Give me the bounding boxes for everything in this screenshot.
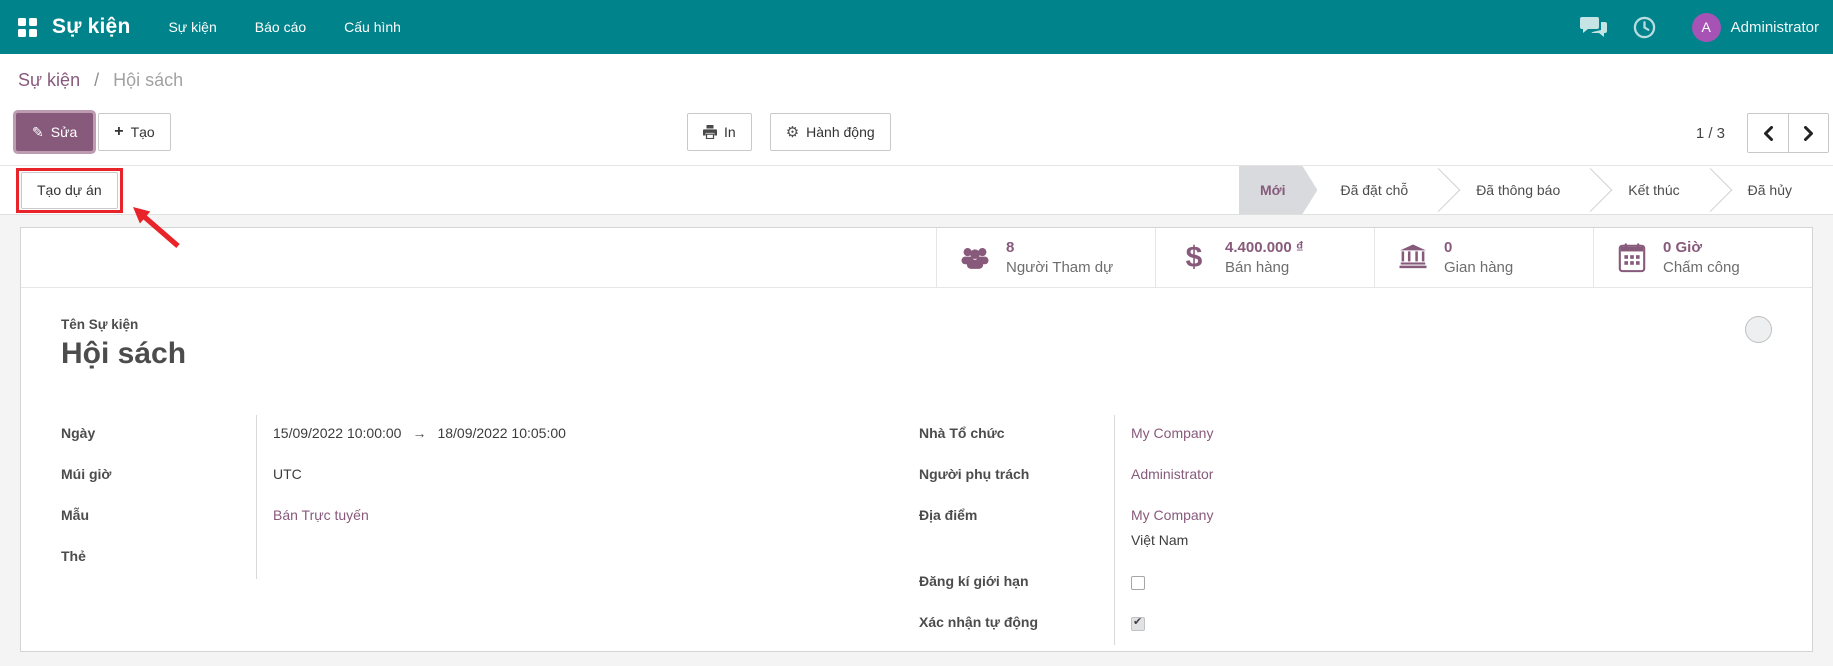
breadcrumb-parent[interactable]: Sự kiện bbox=[18, 70, 80, 90]
form-sheet: 8 Người Tham dự $ 4.400.000 ₫ Bán hàng 0… bbox=[20, 227, 1813, 652]
pencil-icon: ✎ bbox=[32, 123, 44, 140]
auto-confirm-checkbox[interactable]: ✔ bbox=[1131, 616, 1145, 631]
stage-separator-icon bbox=[1701, 166, 1727, 214]
activities-clock-icon[interactable] bbox=[1633, 16, 1656, 39]
stat-value: 8 bbox=[1006, 239, 1015, 256]
action-button[interactable]: ⚙ Hành động bbox=[769, 113, 891, 151]
limit-registration-checkbox[interactable] bbox=[1131, 576, 1145, 590]
field-label: Ngày bbox=[61, 425, 96, 441]
field-label: Người phụ trách bbox=[919, 466, 1030, 482]
apps-menu-icon[interactable] bbox=[18, 17, 37, 37]
create-button[interactable]: + Tạo bbox=[98, 113, 171, 151]
event-name-label: Tên Sự kiện bbox=[61, 317, 139, 332]
pager-next-icon[interactable] bbox=[1788, 114, 1828, 152]
field-label: Đăng kí giới hạn bbox=[919, 573, 1029, 589]
app-brand[interactable]: Sự kiện bbox=[52, 15, 130, 39]
control-panel: Sự kiện / Hội sách ✎ Sửa + Tạo In ⚙ Hành… bbox=[0, 54, 1833, 165]
content-area: 8 Người Tham dự $ 4.400.000 ₫ Bán hàng 0… bbox=[0, 215, 1833, 666]
stage-da-dat-cho[interactable]: Đã đặt chỗ bbox=[1319, 166, 1429, 214]
organizer-link[interactable]: My Company bbox=[1131, 425, 1213, 441]
plus-icon: + bbox=[114, 123, 124, 140]
timezone-value: UTC bbox=[256, 456, 873, 497]
stands-stat-button[interactable]: 0 Gian hàng bbox=[1374, 228, 1593, 287]
create-project-button[interactable]: Tạo dự án bbox=[21, 171, 118, 209]
form-statusbar: Tạo dự án Mới Đã đặt chỗ Đã thông báo Kế… bbox=[0, 165, 1833, 215]
avatar: A bbox=[1691, 12, 1721, 42]
field-row-responsible: Người phụ trách Administrator bbox=[919, 456, 1759, 497]
field-label: Địa điểm bbox=[919, 507, 978, 523]
users-icon bbox=[957, 245, 993, 271]
stat-label: Chấm công bbox=[1663, 258, 1740, 276]
venue-link[interactable]: My Company bbox=[1131, 507, 1213, 523]
attendees-stat-button[interactable]: 8 Người Tham dự bbox=[936, 228, 1155, 287]
field-row-template: Mẫu Bán Trực tuyến bbox=[61, 497, 873, 538]
stat-value: 0 bbox=[1444, 239, 1453, 256]
menu-bao-cao[interactable]: Báo cáo bbox=[255, 19, 306, 35]
menu-cau-hinh[interactable]: Cấu hình bbox=[344, 19, 401, 35]
field-label: Nhà Tổ chức bbox=[919, 425, 1005, 441]
field-label: Thẻ bbox=[61, 548, 86, 564]
user-menu[interactable]: A Administrator bbox=[1691, 12, 1819, 42]
stage-moi[interactable]: Mới bbox=[1239, 166, 1318, 214]
stat-label: Người Tham dự bbox=[1006, 258, 1114, 276]
right-field-group: Nhà Tổ chức My Company Người phụ trách A… bbox=[919, 415, 1759, 645]
sales-stat-button[interactable]: $ 4.400.000 ₫ Bán hàng bbox=[1155, 228, 1374, 287]
field-label: Múi giờ bbox=[61, 466, 112, 482]
edit-button[interactable]: ✎ Sửa bbox=[16, 113, 94, 151]
stage-da-huy[interactable]: Đã hủy bbox=[1727, 166, 1813, 214]
template-link[interactable]: Bán Trực tuyến bbox=[273, 507, 369, 523]
menu-su-kien[interactable]: Sự kiện bbox=[168, 19, 216, 35]
stat-button-box: 8 Người Tham dự $ 4.400.000 ₫ Bán hàng 0… bbox=[21, 228, 1812, 288]
bank-icon bbox=[1395, 244, 1431, 271]
field-label: Mẫu bbox=[61, 507, 89, 523]
stage-separator-icon bbox=[1429, 166, 1455, 214]
stat-value: 0 Giờ bbox=[1663, 239, 1703, 256]
date-start-value: 15/09/2022 10:00:00 bbox=[273, 425, 402, 441]
stage-ket-thuc[interactable]: Kết thúc bbox=[1607, 166, 1700, 214]
stage-pills: Mới Đã đặt chỗ Đã thông báo Kết thúc Đã … bbox=[1239, 166, 1833, 214]
top-navbar: Sự kiện Sự kiện Báo cáo Cấu hình A Admin… bbox=[0, 0, 1833, 54]
checkmark-icon: ✔ bbox=[1133, 616, 1143, 628]
breadcrumb-separator: / bbox=[94, 70, 100, 90]
stat-label: Gian hàng bbox=[1444, 258, 1514, 276]
stage-da-thong-bao[interactable]: Đã thông báo bbox=[1455, 166, 1581, 214]
left-field-group: Ngày 15/09/2022 10:00:00 → 18/09/2022 10:0… bbox=[61, 415, 873, 579]
responsible-link[interactable]: Administrator bbox=[1131, 466, 1213, 482]
pager-count: 1 / 3 bbox=[1695, 124, 1725, 142]
pager-previous-icon[interactable] bbox=[1748, 114, 1788, 152]
date-end-value: 18/09/2022 10:05:00 bbox=[437, 425, 566, 441]
field-row-limit-registration: Đăng kí giới hạn bbox=[919, 563, 1759, 604]
field-row-organizer: Nhà Tổ chức My Company bbox=[919, 415, 1759, 456]
gear-icon: ⚙ bbox=[785, 124, 800, 141]
field-row-tags: Thẻ bbox=[61, 538, 873, 579]
event-name-value: Hội sách bbox=[61, 337, 187, 370]
timesheet-stat-button[interactable]: 0 Giờ Chấm công bbox=[1593, 228, 1812, 287]
dollar-icon: $ bbox=[1185, 240, 1203, 274]
field-row-date: Ngày 15/09/2022 10:00:00 → 18/09/2022 10:0… bbox=[61, 415, 873, 456]
arrow-right-icon: → bbox=[412, 425, 427, 441]
tags-value[interactable] bbox=[256, 538, 873, 579]
messages-icon[interactable] bbox=[1579, 16, 1607, 38]
image-placeholder-circle[interactable] bbox=[1745, 316, 1772, 343]
stat-value: 4.400.000 ₫ bbox=[1225, 239, 1304, 256]
stage-separator-icon bbox=[1581, 166, 1607, 214]
username: Administrator bbox=[1730, 18, 1819, 36]
stat-label: Bán hàng bbox=[1225, 258, 1290, 276]
breadcrumb-current: Hội sách bbox=[113, 70, 184, 90]
field-row-venue: Địa điểm My Company Việt Nam bbox=[919, 497, 1759, 563]
field-label: Xác nhận tự động bbox=[919, 614, 1039, 630]
calendar-icon bbox=[1614, 242, 1650, 273]
print-button[interactable]: In bbox=[687, 113, 752, 151]
breadcrumb: Sự kiện / Hội sách bbox=[0, 54, 1833, 91]
venue-country: Việt Nam bbox=[1131, 532, 1189, 548]
printer-icon bbox=[703, 125, 717, 139]
field-row-timezone: Múi giờ UTC bbox=[61, 456, 873, 497]
field-row-auto-confirm: Xác nhận tự động ✔ bbox=[919, 604, 1759, 645]
